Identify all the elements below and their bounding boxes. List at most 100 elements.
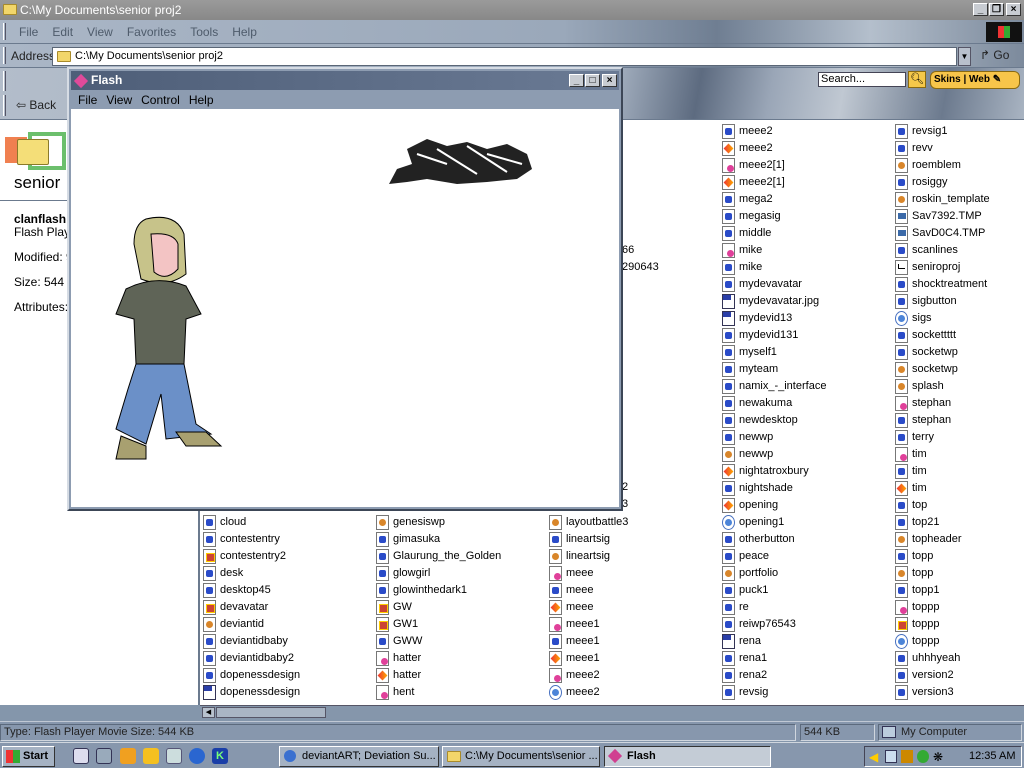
file-item[interactable]: hent [376,684,414,700]
explorer-quicklaunch-icon[interactable] [96,748,112,764]
file-item[interactable]: meee1 [549,650,600,666]
file-item[interactable]: rena [722,633,761,649]
file-item[interactable]: deviantidbaby2 [203,650,294,666]
flash-menu-control[interactable]: Control [141,93,180,107]
file-item[interactable]: tim [895,480,927,496]
toolbar-grip[interactable] [3,23,6,40]
file-item[interactable]: glowgirl [376,565,430,581]
toolbar-grip[interactable] [3,71,6,91]
flash-close-button[interactable]: × [602,74,617,87]
file-item[interactable]: meee2[1] [722,174,785,190]
file-item[interactable]: mydevid131 [722,327,798,343]
file-item[interactable]: socketwp [895,344,958,360]
file-item[interactable]: topp [895,548,933,564]
file-item[interactable]: namix_-_interface [722,378,826,394]
winamp-quicklaunch-icon[interactable] [143,748,159,764]
file-item[interactable]: mydevavatar [722,276,802,292]
file-item[interactable]: top [895,497,927,513]
file-item[interactable]: gimasuka [376,531,440,547]
file-item[interactable]: revsig [722,684,768,700]
file-item[interactable]: scanlines [895,242,958,258]
file-item[interactable]: meee2 [549,684,600,700]
file-item[interactable]: stephan [895,395,951,411]
file-item[interactable]: mike [722,259,762,275]
address-dropdown-button[interactable]: ▼ [958,47,971,66]
file-item[interactable]: sigs [895,310,932,326]
file-item[interactable]: meee1 [549,616,600,632]
file-item[interactable]: version2 [895,667,954,683]
pencil-icon[interactable]: ✎ [993,74,1001,85]
file-item[interactable]: toppp [895,599,940,615]
flash-maximize-button[interactable]: □ [585,74,600,87]
go-button[interactable]: ↱ Go [980,48,1009,62]
menu-tools[interactable]: Tools [190,25,218,39]
file-item[interactable]: GWW [376,633,422,649]
file-item[interactable]: uhhhyeah [895,650,960,666]
file-item[interactable]: meee2 [722,123,773,139]
restore-button[interactable]: ❐ [989,3,1004,16]
file-item[interactable]: myself1 [722,344,777,360]
file-item[interactable]: puck1 [722,582,768,598]
file-item[interactable]: rena1 [722,650,767,666]
file-item-partial[interactable]: 290643 [622,259,659,275]
file-item[interactable]: topheader [895,531,962,547]
file-item[interactable]: tim [895,463,927,479]
file-item[interactable]: contestentry [203,531,280,547]
horizontal-scrollbar[interactable]: ◀ [200,705,1024,719]
desktop-quicklaunch-icon[interactable] [73,748,89,764]
file-item[interactable]: desk [203,565,243,581]
file-item[interactable]: mydevid13 [722,310,792,326]
file-item[interactable]: megasig [722,208,781,224]
file-item[interactable]: meee [549,565,594,581]
search-icon[interactable]: 🔍︎ [908,71,926,88]
file-item[interactable]: otherbutton [722,531,795,547]
file-item[interactable]: lineartsig [549,531,610,547]
file-item[interactable]: reiwp76543 [722,616,796,632]
file-item[interactable]: lineartsig [549,548,610,564]
file-item[interactable]: nightshade [722,480,793,496]
file-item[interactable]: genesiswp [376,514,445,530]
file-item[interactable]: dopenessdesign [203,667,300,683]
web-button[interactable]: Web [969,74,990,85]
file-item[interactable]: mega2 [722,191,773,207]
file-item[interactable]: stephan [895,412,951,428]
file-item[interactable]: socketwp [895,361,958,377]
file-item[interactable]: seniroproj [895,259,960,275]
volume-icon[interactable]: ◀ [869,750,878,764]
file-item[interactable]: rena2 [722,667,767,683]
address-input[interactable]: C:\My Documents\senior proj2 [52,47,957,66]
file-item[interactable]: meee2 [549,667,600,683]
file-item[interactable]: opening1 [722,514,784,530]
file-item[interactable]: revsig1 [895,123,947,139]
file-item[interactable]: SavD0C4.TMP [895,225,985,241]
tray-app-icon[interactable] [917,750,929,763]
file-item[interactable]: roemblem [895,157,961,173]
file-item[interactable]: GW1 [376,616,418,632]
file-item[interactable]: sigbutton [895,293,957,309]
file-item[interactable]: newwp [722,429,773,445]
toolbar-grip[interactable] [3,95,6,116]
file-item[interactable]: Sav7392.TMP [895,208,982,224]
file-item[interactable]: deviantidbaby [203,633,288,649]
flash-menu-view[interactable]: View [106,93,132,107]
file-item[interactable]: nightatroxbury [722,463,809,479]
file-item[interactable]: roskin_template [895,191,990,207]
file-item-partial[interactable]: 66 [622,242,634,258]
file-item[interactable]: re [722,599,749,615]
file-item[interactable]: meee2 [722,140,773,156]
file-item[interactable]: mike [722,242,762,258]
menu-help[interactable]: Help [232,25,257,39]
file-item[interactable]: opening [722,497,778,513]
file-item[interactable]: mydevavatar.jpg [722,293,819,309]
file-item[interactable]: tim [895,446,927,462]
minimize-button[interactable]: _ [973,3,988,16]
file-item[interactable]: splash [895,378,944,394]
back-button[interactable]: ⇦ Back [16,98,56,112]
skins-button[interactable]: Skins [934,74,961,85]
file-item[interactable]: myteam [722,361,778,377]
close-button[interactable]: × [1006,3,1021,16]
tray-app-icon[interactable]: ❋ [933,750,943,764]
file-item[interactable]: peace [722,548,769,564]
internet-explorer-quicklaunch-icon[interactable] [189,748,205,764]
taskbar-button-deviantart[interactable]: deviantART; Deviation Su... [279,746,439,767]
